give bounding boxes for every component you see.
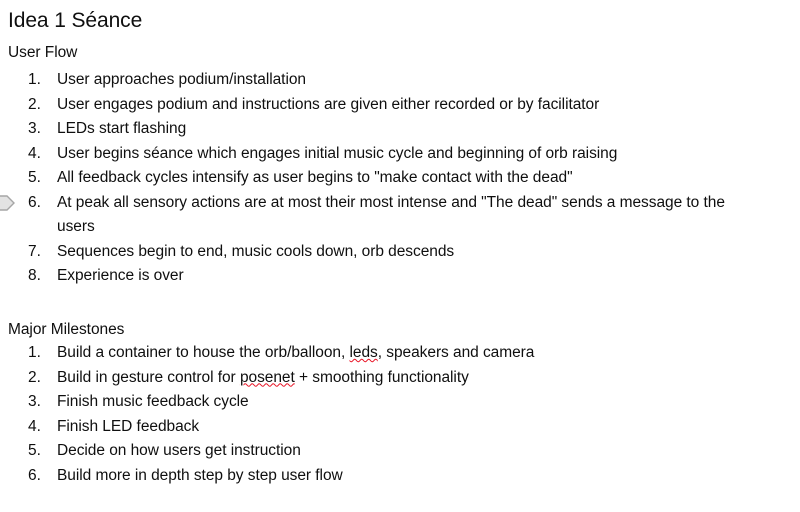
list-item: 3. LEDs start flashing: [0, 117, 732, 142]
list-item-number: 1.: [28, 71, 41, 88]
list-item-text: All feedback cycles intensify as user be…: [57, 169, 573, 186]
list-item-number: 5.: [28, 442, 41, 459]
list-item-text: Decide on how users get instruction: [57, 442, 301, 459]
list-item-number: 8.: [28, 267, 41, 284]
list-item: 6. At peak all sensory actions are at mos…: [0, 191, 732, 240]
misspelled-word[interactable]: posenet: [240, 369, 295, 386]
list-item-number: 2.: [28, 95, 41, 113]
list-item-number: 4.: [28, 417, 41, 435]
list-item-number: 4.: [28, 144, 41, 162]
list-item: 8. Experience is over: [0, 264, 732, 289]
misspelled-word[interactable]: leds: [350, 344, 378, 361]
list-item-text: User engages podium and instructions are…: [57, 95, 600, 113]
list-item-text: Build more in depth step by step user fl…: [57, 466, 343, 484]
list-item: 5. All feedback cycles intensify as user …: [0, 166, 732, 191]
list-item: 4. Finish LED feedback: [0, 415, 534, 440]
list-item: 7. Sequences begin to end, music cools do…: [0, 240, 732, 265]
list-item-text: Finish music feedback cycle: [57, 393, 249, 410]
numbered-list-user-flow: 1. User approaches podium/installation 2. U…: [0, 68, 732, 289]
section-heading-user-flow: User Flow: [8, 44, 78, 61]
list-item: 5. Decide on how users get instruction: [0, 439, 534, 464]
list-item-number: 1.: [28, 344, 41, 361]
list-item-number: 2.: [28, 368, 41, 386]
list-item-text: User begins séance which engages initial…: [57, 144, 618, 162]
list-item-text: LEDs start flashing: [57, 120, 187, 137]
document-page: Idea 1 Séance User Flow 1. User approache…: [0, 0, 800, 512]
list-item-text: User approaches podium/installation: [57, 71, 306, 88]
numbered-list-major-milestones: 1. Build a container to house the orb/bal…: [0, 341, 534, 488]
list-item-number: 6.: [28, 466, 41, 484]
list-item-number: 5.: [28, 169, 41, 186]
list-item-text: Build in gesture control for posenet + s…: [57, 368, 469, 386]
list-item: 6. Build more in depth step by step user …: [0, 464, 534, 489]
list-item: 4. User begins séance which engages initi…: [0, 142, 732, 167]
list-item-number: 6.: [28, 193, 41, 211]
list-item-text: Sequences begin to end, music cools down…: [57, 242, 455, 260]
list-item: 3. Finish music feedback cycle: [0, 390, 534, 415]
list-item-text: Finish LED feedback: [57, 417, 200, 435]
list-item: 1. User approaches podium/installation: [0, 68, 732, 93]
change-marker-arrow-icon: [0, 194, 15, 211]
list-item: 2. Build in gesture control for posenet +…: [0, 366, 534, 391]
list-item-text: Experience is over: [57, 267, 184, 284]
list-item-number: 3.: [28, 120, 41, 137]
list-item-number: 3.: [28, 393, 41, 410]
list-item-text: At peak all sensory actions are at most …: [57, 193, 725, 236]
section-heading-major-milestones: Major Milestones: [8, 321, 125, 338]
list-item-text: Build a container to house the orb/ballo…: [57, 344, 535, 361]
list-item-number: 7.: [28, 242, 41, 260]
list-item: 1. Build a container to house the orb/bal…: [0, 341, 534, 366]
page-title: Idea 1 Séance: [8, 9, 143, 32]
list-item: 2. User engages podium and instructions a…: [0, 93, 732, 118]
